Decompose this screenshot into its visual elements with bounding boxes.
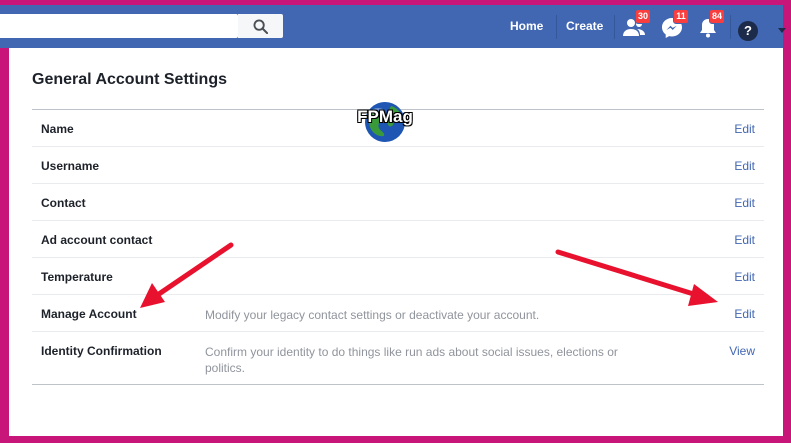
setting-label: Manage Account bbox=[41, 307, 137, 321]
notifications-badge: 84 bbox=[709, 9, 726, 24]
edit-contact-link[interactable]: Edit bbox=[734, 196, 755, 210]
setting-label: Username bbox=[41, 159, 100, 173]
setting-label: Name bbox=[41, 122, 74, 136]
edit-temperature-link[interactable]: Edit bbox=[734, 270, 755, 284]
edit-name-link[interactable]: Edit bbox=[734, 122, 755, 136]
setting-row-identity-confirmation[interactable]: Identity Confirmation Confirm your ident… bbox=[32, 331, 764, 384]
setting-row-username[interactable]: Username Edit bbox=[32, 146, 764, 183]
create-link[interactable]: Create bbox=[566, 5, 603, 48]
fpmag-watermark-logo: FPMag bbox=[355, 100, 415, 146]
search-icon bbox=[253, 18, 268, 34]
view-identity-confirmation-link[interactable]: View bbox=[729, 344, 755, 358]
setting-row-manage-account[interactable]: Manage Account Modify your legacy contac… bbox=[32, 294, 764, 331]
chevron-down-icon[interactable] bbox=[778, 28, 786, 33]
friend-requests-badge: 30 bbox=[635, 9, 652, 24]
setting-row-contact[interactable]: Contact Edit bbox=[32, 183, 764, 220]
messages-button[interactable]: 11 bbox=[660, 9, 689, 41]
home-link[interactable]: Home bbox=[510, 5, 543, 48]
watermark-text: FPMag bbox=[357, 107, 413, 126]
setting-label: Temperature bbox=[41, 270, 113, 284]
setting-row-ad-account-contact[interactable]: Ad account contact Edit bbox=[32, 220, 764, 257]
edit-manage-account-link[interactable]: Edit bbox=[734, 307, 755, 321]
setting-description: Confirm your identity to do things like … bbox=[205, 345, 618, 375]
edit-ad-account-contact-link[interactable]: Edit bbox=[734, 233, 755, 247]
page-title: General Account Settings bbox=[32, 71, 227, 88]
friend-requests-button[interactable]: 30 bbox=[622, 9, 652, 41]
edit-username-link[interactable]: Edit bbox=[734, 159, 755, 173]
notifications-button[interactable]: 84 bbox=[696, 9, 726, 41]
setting-label: Contact bbox=[41, 196, 86, 210]
nav-separator bbox=[730, 15, 731, 39]
setting-label: Ad account contact bbox=[41, 233, 153, 247]
settings-list: Name Edit Username Edit Contact Edit Ad … bbox=[32, 109, 764, 385]
nav-separator bbox=[556, 15, 557, 39]
messages-badge: 11 bbox=[673, 9, 689, 24]
setting-description: Modify your legacy contact settings or d… bbox=[205, 308, 540, 322]
top-navigation-bar: Home Create 30 11 84 ? bbox=[0, 5, 786, 48]
search-input[interactable] bbox=[0, 14, 238, 38]
setting-label: Identity Confirmation bbox=[41, 344, 162, 358]
nav-separator bbox=[614, 15, 615, 39]
help-icon[interactable]: ? bbox=[738, 21, 758, 41]
screenshot-frame: Home Create 30 11 84 ? General Account S… bbox=[0, 0, 791, 443]
search-button[interactable] bbox=[238, 14, 283, 38]
setting-row-temperature[interactable]: Temperature Edit bbox=[32, 257, 764, 294]
